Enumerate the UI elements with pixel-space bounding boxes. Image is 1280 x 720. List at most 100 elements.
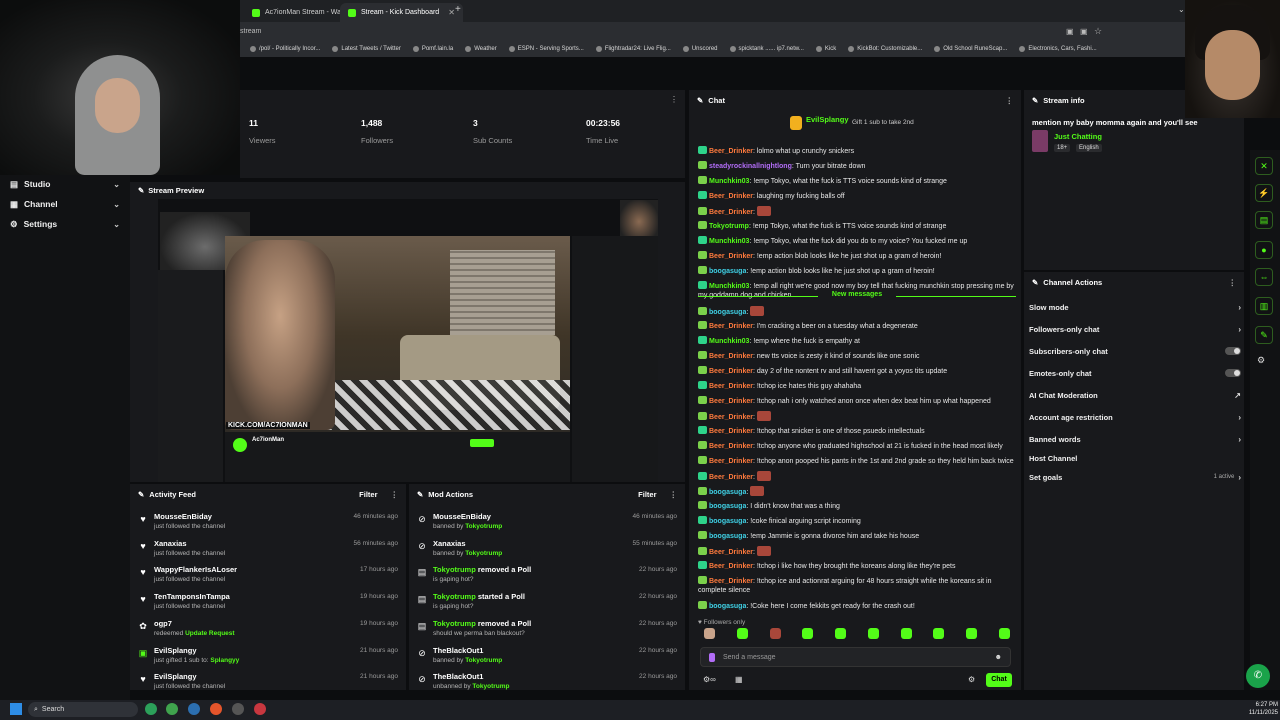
activity-username[interactable]: ogp7 [154, 619, 172, 628]
bookmark-item[interactable]: ESPN - Serving Sports... [508, 46, 584, 52]
rail-button-notes[interactable]: ▤ [1255, 211, 1273, 229]
chat-settings-icon[interactable]: ⚙∞ [703, 675, 716, 684]
mod-action-user[interactable]: MousseEnBiday [433, 512, 491, 521]
filter-button[interactable]: Filter [638, 490, 656, 499]
rail-button-moderation[interactable]: ✕ [1255, 157, 1273, 175]
bookmark-item[interactable]: Old School RuneScap... [934, 46, 1007, 52]
chat-username[interactable]: Beer_Drinker [709, 253, 753, 260]
mod-action-row[interactable]: ▤ Tokyotrump removed a Poll is gaping hot?… [409, 563, 685, 589]
chat-username[interactable]: Beer_Drinker [709, 398, 753, 405]
rail-button-clips[interactable]: ⇔ [1255, 268, 1273, 286]
emote-button[interactable] [802, 628, 814, 639]
close-icon[interactable]: ✕ [448, 8, 455, 17]
channel-action-account-age-restriction[interactable]: Account age restriction › [1029, 410, 1241, 424]
activity-username[interactable]: EvilSplangy [154, 672, 197, 681]
channel-action-slow-mode[interactable]: Slow mode › [1029, 300, 1241, 314]
chat-username[interactable]: Tokyotrump [709, 223, 749, 230]
emote-button[interactable] [998, 628, 1010, 639]
emote-button[interactable] [867, 628, 879, 639]
chat-username[interactable]: Beer_Drinker [709, 563, 753, 570]
rail-button-panel[interactable]: ▥ [1255, 297, 1273, 315]
mod-action-row[interactable]: ▤ Tokyotrump started a Poll is gaping hot?… [409, 590, 685, 616]
chat-username[interactable]: Munchkin03 [709, 283, 749, 290]
bookmark-item[interactable]: Pomf.lain.la [412, 46, 453, 52]
star-icon[interactable]: ☆ [1094, 26, 1102, 37]
mod-action-row[interactable]: ⊘ TheBlackOut1 unbanned by Tokyotrump 22 ho… [409, 670, 685, 696]
channel-action-banned-words[interactable]: Banned words › [1029, 432, 1241, 446]
app-icon-firefox[interactable] [210, 703, 222, 715]
chevron-down-icon[interactable]: ⌄ [1178, 5, 1185, 14]
chat-username[interactable]: boogasuga [709, 489, 746, 496]
mod-action-user[interactable]: Xanaxias [433, 539, 466, 548]
calendar-icon[interactable]: ▦ [735, 675, 743, 684]
extension-icon[interactable]: ▣ [1080, 27, 1088, 36]
chat-input[interactable]: Send a message ☻ [700, 647, 1011, 667]
tab-kick-dashboard[interactable]: Stream - Kick Dashboard ✕ [340, 3, 463, 22]
emote-button[interactable] [933, 628, 945, 639]
chat-send-button[interactable]: Chat [986, 673, 1012, 687]
toggle-switch[interactable] [1225, 347, 1241, 355]
more-options-icon[interactable]: ⋮ [1229, 278, 1237, 287]
chat-username[interactable]: boogasuga [709, 268, 746, 275]
more-options-icon[interactable]: ⋮ [670, 95, 678, 104]
taskbar-clock[interactable]: 6:27 PM 11/11/2025 [1228, 701, 1278, 717]
chat-username[interactable]: boogasuga [709, 518, 746, 525]
chat-username[interactable]: Munchkin03 [709, 178, 749, 185]
chat-username[interactable]: Munchkin03 [709, 338, 749, 345]
new-tab-button[interactable]: + [455, 4, 461, 15]
mod-action-row[interactable]: ▤ Tokyotrump removed a Poll should we perm… [409, 617, 685, 643]
channel-action-emotes-only-chat[interactable]: Emotes-only chat [1029, 366, 1241, 380]
emote-button[interactable] [704, 628, 715, 639]
more-options-icon[interactable]: ⋮ [1006, 96, 1014, 105]
chat-username[interactable]: Beer_Drinker [709, 353, 753, 360]
chat-username[interactable]: Beer_Drinker [709, 428, 753, 435]
activity-row[interactable]: ♥ WappyFlankerIsALoser just followed the c… [130, 563, 406, 589]
channel-action-ai-chat-moderation[interactable]: AI Chat Moderation ↗ [1029, 388, 1241, 402]
chat-username[interactable]: boogasuga [709, 503, 746, 510]
chat-username[interactable]: Beer_Drinker [709, 323, 753, 330]
screenshot-icon[interactable]: ▣ [1066, 27, 1074, 36]
bookmark-item[interactable]: Electronics, Cars, Fashi... [1019, 46, 1097, 52]
bookmark-item[interactable]: /pol/ - Politically Incor... [250, 46, 320, 52]
filter-button[interactable]: Filter [359, 490, 377, 499]
activity-username[interactable]: MousseEnBiday [154, 512, 212, 521]
gear-icon[interactable]: ⚙ [968, 675, 975, 684]
activity-row[interactable]: ▣ EvilSplangy just gifted 1 sub to: Splang… [130, 644, 406, 670]
activity-row[interactable]: ♥ TenTamponsInTampa just followed the chan… [130, 590, 406, 616]
rail-button-chat[interactable]: ● [1255, 241, 1273, 259]
activity-row[interactable]: ♥ MousseEnBiday just followed the channel 4… [130, 510, 406, 536]
activity-row[interactable]: ✿ ogp7 redeemed Update Request 19 hours ago [130, 617, 406, 643]
chat-username[interactable]: Beer_Drinker [709, 474, 753, 481]
bookmark-item[interactable]: Kick [815, 46, 836, 52]
emote-button[interactable] [900, 628, 912, 639]
mod-action-user[interactable]: TheBlackOut1 [433, 672, 483, 681]
app-icon-capcut[interactable] [232, 703, 244, 715]
bookmark-item[interactable]: Flightradar24: Live Flig... [595, 46, 671, 52]
taskbar-search[interactable]: ⌕ Search [28, 702, 138, 717]
emote-button[interactable] [736, 628, 748, 639]
rail-button-tools[interactable]: ✎ [1255, 326, 1273, 344]
mod-action-moderator[interactable]: Tokyotrump [465, 550, 502, 557]
app-icon-spotify[interactable] [145, 703, 157, 715]
app-icon-obs[interactable] [254, 703, 266, 715]
chat-username[interactable]: Beer_Drinker [709, 209, 753, 216]
chat-username[interactable]: Beer_Drinker [709, 458, 753, 465]
chat-username[interactable]: Beer_Drinker [709, 148, 753, 155]
activity-username[interactable]: Xanaxias [154, 539, 187, 548]
activity-row[interactable]: ♥ EvilSplangy just followed the channel 21 … [130, 670, 406, 696]
activity-highlight[interactable]: Update Request [185, 630, 234, 637]
help-chat-button[interactable]: ✆ [1246, 664, 1270, 688]
rail-button-flash[interactable]: ⚡ [1255, 184, 1273, 202]
activity-username[interactable]: WappyFlankerIsALoser [154, 565, 237, 574]
mod-action-user[interactable]: Tokyotrump [433, 619, 476, 628]
chat-username[interactable]: Beer_Drinker [709, 549, 753, 556]
chat-username[interactable]: boogasuga [709, 533, 746, 540]
mod-action-moderator[interactable]: Tokyotrump [465, 657, 502, 664]
mod-action-user[interactable]: TheBlackOut1 [433, 646, 483, 655]
activity-highlight[interactable]: Splangyy [210, 657, 239, 664]
settings-icon[interactable]: ⚙ [1257, 355, 1265, 366]
mod-action-row[interactable]: ⊘ Xanaxias banned by Tokyotrump 55 minutes … [409, 537, 685, 563]
chat-username[interactable]: Beer_Drinker [709, 368, 753, 375]
sidebar-item-settings[interactable]: ⚙ Settings ⌄ [0, 215, 130, 233]
activity-username[interactable]: TenTamponsInTampa [154, 592, 230, 601]
